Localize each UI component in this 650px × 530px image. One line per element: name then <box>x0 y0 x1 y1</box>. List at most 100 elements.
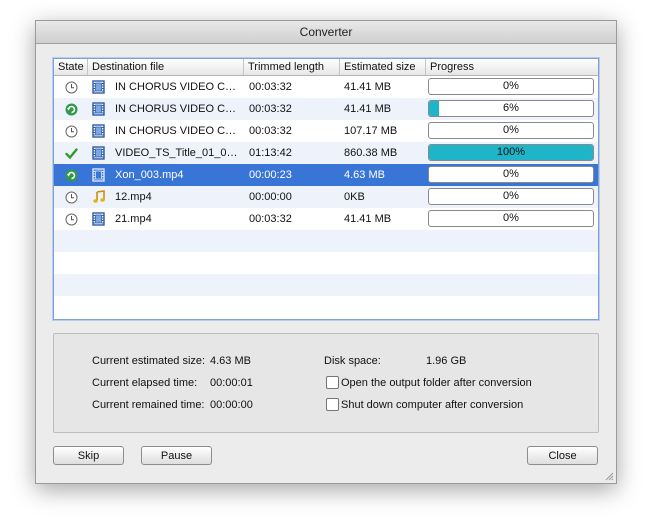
row-state <box>54 76 88 98</box>
row-trimmed-length: 00:03:32 <box>249 213 292 225</box>
window-title: Converter <box>36 21 616 44</box>
progress-bar: 0% <box>428 122 594 139</box>
conversion-table[interactable]: State Destination file Trimmed length Es… <box>53 58 599 320</box>
row-progress: 0% <box>428 164 596 186</box>
row-type-icon <box>92 208 108 230</box>
row-type-icon <box>92 164 108 186</box>
header-progress[interactable]: Progress <box>426 59 598 75</box>
clock-icon <box>65 125 77 138</box>
row-trimmed-length: 00:03:32 <box>249 81 292 93</box>
row-destination: Xon_003.mp4 <box>115 169 184 181</box>
progress-bar: 0% <box>428 166 594 183</box>
converting-icon <box>65 103 77 116</box>
status-panel: Current estimated size: 4.63 MB Current … <box>53 333 599 433</box>
open-folder-label[interactable]: Open the output folder after conversion <box>341 377 532 389</box>
open-folder-checkbox[interactable] <box>326 376 339 389</box>
row-estimated-size: 860.38 MB <box>344 147 398 159</box>
row-progress: 0% <box>428 208 596 230</box>
progress-bar: 6% <box>428 100 594 117</box>
skip-button[interactable]: Skip <box>53 446 124 465</box>
row-type-icon <box>92 142 108 164</box>
row-trimmed-length: 00:00:00 <box>249 191 292 203</box>
disk-space-value: 1.96 GB <box>426 355 467 367</box>
progress-label: 0% <box>503 212 519 224</box>
row-progress: 6% <box>428 98 596 120</box>
row-destination: 12.mp4 <box>115 191 152 203</box>
clock-icon <box>65 81 77 94</box>
row-state <box>54 208 88 230</box>
elapsed-value: 00:00:01 <box>210 377 253 389</box>
table-row[interactable]: IN CHORUS VIDEO CLI... 00:03:32 41.41 MB 0% <box>54 76 598 98</box>
progress-label: 100% <box>496 146 526 158</box>
done-check-icon <box>64 147 78 159</box>
est-size-label: Current estimated size: <box>92 355 206 367</box>
row-destination: IN CHORUS VIDEO CLI... <box>115 103 241 115</box>
clock-icon <box>65 213 77 226</box>
close-button[interactable]: Close <box>527 446 598 465</box>
row-type-icon <box>92 120 108 142</box>
header-trimmed-length[interactable]: Trimmed length <box>244 59 340 75</box>
progress-bar: 0% <box>428 188 594 205</box>
table-row[interactable]: VIDEO_TS_Title_01_01... 01:13:42 860.38 MB… <box>54 142 598 164</box>
row-estimated-size: 107.17 MB <box>344 125 398 137</box>
table-row[interactable]: 12.mp4 00:00:00 0KB 0% <box>54 186 598 208</box>
remained-value: 00:00:00 <box>210 399 253 411</box>
shutdown-label[interactable]: Shut down computer after conversion <box>341 399 523 411</box>
header-estimated-size[interactable]: Estimated size <box>340 59 426 75</box>
row-state <box>54 120 88 142</box>
row-destination: VIDEO_TS_Title_01_01... <box>115 147 241 159</box>
row-state <box>54 98 88 120</box>
row-state <box>54 186 88 208</box>
table-rows: IN CHORUS VIDEO CLI... 00:03:32 41.41 MB 0%… <box>54 76 598 319</box>
row-destination: IN CHORUS VIDEO CLI... <box>115 81 241 93</box>
row-destination: IN CHORUS VIDEO CLI... <box>115 125 241 137</box>
est-size-value: 4.63 MB <box>210 355 251 367</box>
row-type-icon <box>92 98 108 120</box>
table-row <box>54 296 598 318</box>
table-header: State Destination file Trimmed length Es… <box>54 59 598 76</box>
elapsed-label: Current elapsed time: <box>92 377 198 389</box>
row-type-icon <box>92 76 108 98</box>
table-row <box>54 230 598 252</box>
row-estimated-size: 4.63 MB <box>344 169 385 181</box>
row-progress: 100% <box>428 142 596 164</box>
row-estimated-size: 41.41 MB <box>344 81 392 93</box>
progress-label: 0% <box>503 190 519 202</box>
row-progress: 0% <box>428 186 596 208</box>
table-row[interactable]: IN CHORUS VIDEO CLI... 00:03:32 107.17 MB 0… <box>54 120 598 142</box>
table-row[interactable]: Xon_003.mp4 00:00:23 4.63 MB 0% <box>54 164 598 186</box>
table-row[interactable]: 21.mp4 00:03:32 41.41 MB 0% <box>54 208 598 230</box>
video-file-icon <box>92 124 105 138</box>
progress-bar: 0% <box>428 78 594 95</box>
row-state <box>54 164 88 186</box>
row-progress: 0% <box>428 120 596 142</box>
progress-bar: 100% <box>428 144 594 161</box>
header-destination[interactable]: Destination file <box>88 59 244 75</box>
shutdown-checkbox[interactable] <box>326 398 339 411</box>
audio-file-icon <box>93 190 105 203</box>
remained-label: Current remained time: <box>92 399 205 411</box>
row-progress: 0% <box>428 76 596 98</box>
row-trimmed-length: 01:13:42 <box>249 147 292 159</box>
table-row <box>54 252 598 274</box>
row-estimated-size: 0KB <box>344 191 365 203</box>
clock-icon <box>65 191 77 204</box>
table-row[interactable]: IN CHORUS VIDEO CLI... 00:03:32 41.41 MB 6% <box>54 98 598 120</box>
pause-button[interactable]: Pause <box>141 446 212 465</box>
row-state <box>54 142 88 164</box>
progress-label: 0% <box>503 80 519 92</box>
video-file-icon <box>92 102 105 116</box>
video-file-icon <box>92 80 105 94</box>
disk-space-label: Disk space: <box>324 355 381 367</box>
video-file-icon <box>92 146 105 160</box>
video-file-icon <box>92 168 105 182</box>
progress-label: 6% <box>503 102 519 114</box>
header-state[interactable]: State <box>54 59 88 75</box>
converting-icon <box>65 169 77 182</box>
resize-grip-icon[interactable] <box>604 471 614 481</box>
progress-label: 0% <box>503 168 519 180</box>
row-trimmed-length: 00:03:32 <box>249 103 292 115</box>
row-type-icon <box>92 186 108 208</box>
video-file-icon <box>92 212 105 226</box>
table-row <box>54 274 598 296</box>
